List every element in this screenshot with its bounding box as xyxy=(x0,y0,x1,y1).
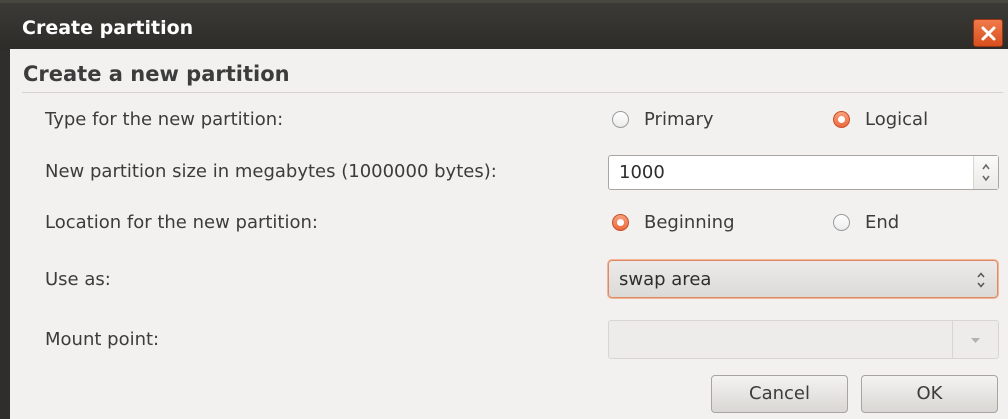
radio-label: Logical xyxy=(865,109,929,130)
use-as-combobox[interactable]: swap area xyxy=(608,260,998,298)
location-beginning-radio[interactable]: Beginning xyxy=(612,212,735,233)
heading-separator xyxy=(22,92,1003,93)
location-end-radio[interactable]: End xyxy=(833,212,899,233)
radio-indicator-selected xyxy=(833,111,850,128)
radio-indicator-selected xyxy=(612,214,629,231)
up-down-arrows-icon xyxy=(977,272,985,288)
size-value[interactable]: 1000 xyxy=(619,162,665,183)
type-logical-radio[interactable]: Logical xyxy=(833,109,928,130)
dialog-heading: Create a new partition xyxy=(23,62,290,86)
radio-label: Beginning xyxy=(644,212,735,233)
radio-indicator xyxy=(612,111,629,128)
ok-button[interactable]: OK xyxy=(861,375,998,413)
use-as-value: swap area xyxy=(619,269,712,290)
cancel-button[interactable]: Cancel xyxy=(711,375,848,413)
spin-buttons[interactable] xyxy=(973,156,998,189)
radio-indicator xyxy=(833,214,850,231)
close-icon xyxy=(981,26,996,41)
size-spinbox[interactable]: 1000 xyxy=(608,155,999,190)
size-label: New partition size in megabytes (1000000… xyxy=(45,161,497,182)
type-label: Type for the new partition: xyxy=(45,109,284,130)
title-bar: Create partition xyxy=(0,0,1008,49)
use-as-label: Use as: xyxy=(45,269,111,290)
close-button[interactable] xyxy=(973,19,1003,47)
create-partition-dialog: Create partition Create a new partition … xyxy=(0,0,1008,419)
radio-label: End xyxy=(865,212,900,233)
radio-label: Primary xyxy=(644,109,714,130)
chevron-down-icon xyxy=(971,338,980,343)
mount-point-label: Mount point: xyxy=(45,329,160,350)
type-primary-radio[interactable]: Primary xyxy=(612,109,714,130)
up-down-arrows-icon xyxy=(982,163,990,182)
window-border xyxy=(0,49,10,419)
mount-point-dropdown-button[interactable] xyxy=(952,321,998,358)
window-title: Create partition xyxy=(22,17,194,39)
mount-point-combobox[interactable] xyxy=(608,320,999,359)
location-label: Location for the new partition: xyxy=(45,212,318,233)
